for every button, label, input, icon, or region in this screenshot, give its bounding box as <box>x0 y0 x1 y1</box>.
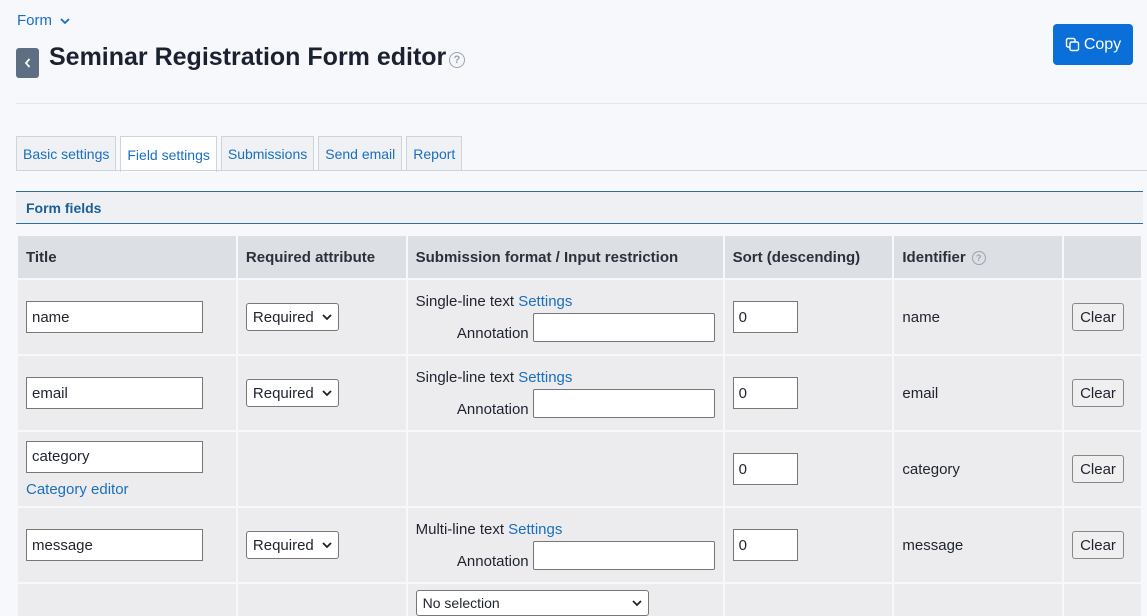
clear-button[interactable]: Clear <box>1072 531 1125 559</box>
chevron-down-icon <box>322 390 332 397</box>
title-input[interactable]: name <box>26 301 203 333</box>
settings-link[interactable]: Settings <box>518 369 572 386</box>
help-icon[interactable]: ? <box>971 250 986 265</box>
table-row: category Category editor 0 category Clea… <box>18 430 1141 507</box>
sort-input[interactable]: 0 <box>732 377 798 409</box>
table-row: No selection <box>18 582 1141 616</box>
chevron-down-icon <box>322 314 332 321</box>
required-select[interactable]: Required <box>245 531 339 559</box>
breadcrumb-label[interactable]: Form <box>17 12 52 29</box>
annotation-label: Annotation <box>456 324 529 342</box>
sort-input[interactable]: 0 <box>732 453 798 485</box>
annotation-textarea[interactable] <box>532 388 715 418</box>
clear-button[interactable]: Clear <box>1072 379 1125 407</box>
identifier-value: name <box>893 278 1065 355</box>
tab-send-email[interactable]: Send email <box>318 136 403 171</box>
title-input[interactable]: message <box>26 529 203 561</box>
title-input[interactable]: email <box>26 377 203 409</box>
required-select-value: Required <box>252 308 314 326</box>
clear-button[interactable]: Clear <box>1072 303 1125 331</box>
column-header-identifier-label: Identifier <box>902 248 966 266</box>
form-fields-table: Title Required attribute Submission form… <box>18 236 1141 616</box>
table-row: name Required Single-line text Settings … <box>18 278 1141 355</box>
tab-field-settings[interactable]: Field settings <box>120 136 217 172</box>
annotation-textarea[interactable] <box>532 312 715 342</box>
column-header-title: Title <box>18 236 238 279</box>
column-header-identifier: Identifier? <box>893 236 1065 279</box>
section-header: Form fields <box>16 191 1143 224</box>
back-button[interactable] <box>16 48 39 78</box>
required-select-value: Required <box>252 384 314 402</box>
tab-basic-settings[interactable]: Basic settings <box>16 136 117 171</box>
sort-input[interactable]: 0 <box>732 301 798 333</box>
identifier-value: email <box>893 354 1065 431</box>
required-select-value: Required <box>252 536 314 554</box>
settings-link[interactable]: Settings <box>518 293 572 310</box>
copy-button-label: Copy <box>1083 35 1122 53</box>
identifier-value: category <box>893 430 1065 507</box>
breadcrumb[interactable]: Form <box>17 12 72 29</box>
column-header-required: Required attribute <box>236 236 408 279</box>
help-icon[interactable]: ? <box>449 52 465 68</box>
sort-input[interactable]: 0 <box>732 529 798 561</box>
page-title: Seminar Registration Form editor <box>49 43 447 71</box>
title-input[interactable]: category <box>26 440 203 473</box>
column-header-actions <box>1063 236 1141 279</box>
column-header-sort: Sort (descending) <box>723 236 895 279</box>
format-label: Multi-line text <box>415 520 504 538</box>
annotation-label: Annotation <box>456 552 529 570</box>
copy-button[interactable]: Copy <box>1053 24 1133 65</box>
format-label: Single-line text <box>415 292 515 310</box>
format-label: Single-line text <box>415 368 515 386</box>
tab-submissions[interactable]: Submissions <box>220 136 315 171</box>
settings-link[interactable]: Settings <box>508 521 562 538</box>
table-row: email Required Single-line text Settings… <box>18 354 1141 431</box>
format-select-value: No selection <box>422 595 500 611</box>
column-header-format: Submission format / Input restriction <box>406 236 725 279</box>
table-row: message Required Multi-line text Setting… <box>18 506 1141 583</box>
annotation-label: Annotation <box>456 400 529 418</box>
tab-divider <box>16 170 1147 171</box>
identifier-value: message <box>893 506 1065 583</box>
tab-report[interactable]: Report <box>406 136 463 171</box>
required-select[interactable]: Required <box>245 379 339 407</box>
category-editor-link[interactable]: Category editor <box>26 481 228 498</box>
header-divider <box>16 103 1147 104</box>
chevron-down-icon <box>322 542 332 549</box>
chevron-down-icon <box>632 600 642 607</box>
format-select[interactable]: No selection <box>415 590 649 616</box>
annotation-textarea[interactable] <box>532 540 715 570</box>
copy-icon <box>1065 37 1080 52</box>
required-select[interactable]: Required <box>245 303 339 331</box>
chevron-down-icon <box>60 17 70 24</box>
chevron-left-icon <box>24 58 30 68</box>
clear-button[interactable]: Clear <box>1072 455 1125 483</box>
tab-bar: Basic settings Field settings Submission… <box>16 136 463 172</box>
